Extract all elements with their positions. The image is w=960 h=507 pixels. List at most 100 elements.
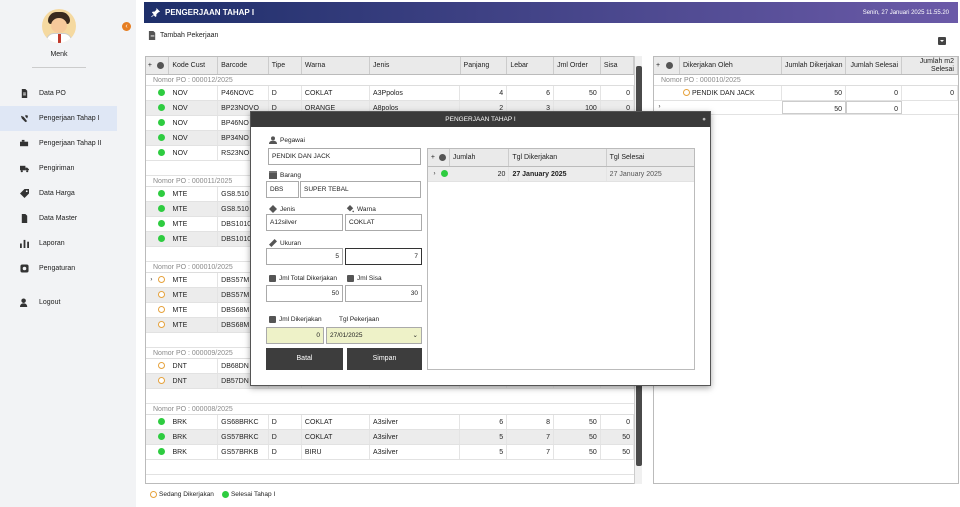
sisa-label: Jml Sisa — [347, 275, 382, 282]
total-field[interactable]: 50 — [266, 285, 343, 302]
table-row[interactable]: BRK GS57BRKC D COKLAT A3silver 5 7 50 50 — [146, 430, 634, 445]
column-header[interactable]: Lebar — [507, 57, 555, 74]
paint-bucket-icon — [346, 205, 354, 213]
in-progress-icon — [157, 291, 165, 298]
cancel-button[interactable]: Batal — [266, 348, 343, 370]
table-row[interactable]: BRK GS68BRKC D COKLAT A3silver 6 8 50 0 — [146, 415, 634, 430]
bar-chart-icon — [19, 239, 29, 249]
dikerjakan-field[interactable]: 0 — [266, 327, 324, 344]
nav-item-data-master[interactable]: Data Master — [0, 206, 117, 231]
table-cell: NOV — [170, 131, 219, 145]
page-header: PENGERJAAN TAHAP I Senin, 27 Januari 202… — [144, 2, 958, 23]
table-cell: GS57BRKC — [218, 430, 269, 444]
column-header[interactable]: Warna — [302, 57, 371, 74]
jenis-label: Jenis — [269, 205, 295, 213]
check-icon — [157, 104, 165, 111]
table-cell: NOV — [170, 86, 219, 100]
info-icon — [662, 57, 680, 74]
check-icon — [157, 190, 165, 197]
pegawai-field[interactable]: PENDIK DAN JACK — [268, 148, 421, 165]
dialog-title: PENGERJAAN TAHAP I — [445, 116, 516, 123]
table-cell: COKLAT — [302, 430, 370, 444]
check-icon — [157, 89, 165, 96]
nav-item-laporan[interactable]: Laporan — [0, 231, 117, 256]
user-name: Menk — [50, 51, 68, 58]
group-header[interactable]: Nomor PO : 000008/2025 — [146, 404, 634, 415]
ukuran-panjang-field[interactable]: 5 — [266, 248, 343, 265]
nav-item-data-harga[interactable]: Data Harga — [0, 181, 117, 206]
table-cell: MTE — [170, 202, 219, 216]
table-cell: 7 — [507, 445, 554, 459]
nav-label: Data PO — [39, 90, 66, 97]
save-button[interactable]: Simpan — [347, 348, 422, 370]
nav-label: Data Master — [39, 215, 78, 222]
truck-icon — [19, 164, 29, 174]
gear-icon — [19, 264, 29, 274]
sidebar: Menk Data PO Pengerjaan Tahap I Pengerja… — [0, 0, 136, 507]
check-icon — [157, 433, 165, 440]
close-icon[interactable]: ● — [702, 112, 706, 127]
table-row[interactable]: › 20 27 January 2025 27 January 2025 — [428, 167, 694, 182]
nav-label: Logout — [39, 299, 61, 306]
table-cell: 0 — [601, 415, 634, 429]
nav-label: Laporan — [39, 240, 65, 247]
nav-item-pengerjaan-tahap-1[interactable]: Pengerjaan Tahap I — [0, 106, 117, 131]
in-progress-icon — [157, 362, 165, 369]
table-cell: D — [269, 430, 302, 444]
check-icon — [157, 119, 165, 126]
dikerjakan-label: Jml Dikerjakan — [269, 316, 322, 323]
nav-item-pengerjaan-tahap-2[interactable]: Pengerjaan Tahap II — [0, 131, 117, 156]
dialog-title-bar: PENGERJAAN TAHAP I ● — [251, 112, 710, 127]
logout-icon — [19, 298, 29, 308]
diamond-icon — [269, 205, 277, 213]
column-header[interactable]: Tipe — [269, 57, 302, 74]
column-header[interactable]: Kode Cust — [169, 57, 219, 74]
table-cell: 7 — [507, 430, 554, 444]
chevron-down-icon: ⌄ — [412, 332, 418, 339]
nav-label: Pengerjaan Tahap I — [39, 115, 100, 122]
date-picker[interactable]: 27/01/2025 ⌄ — [326, 327, 422, 344]
check-icon — [221, 491, 229, 498]
column-header[interactable]: Barcode — [218, 57, 269, 74]
column-header[interactable]: Jml Order — [554, 57, 601, 74]
table-cell: GS57BRKB — [218, 445, 269, 459]
column-header[interactable]: Sisa — [601, 57, 634, 74]
group-header[interactable]: Nomor PO : 000012/2025 — [146, 75, 634, 86]
barang-name-field[interactable]: SUPER TEBAL — [300, 181, 421, 198]
nav-item-data-po[interactable]: Data PO — [0, 81, 117, 106]
table-row[interactable]: PENDIK DAN JACK 50 0 0 — [654, 86, 958, 101]
nav-item-pengaturan[interactable]: Pengaturan — [0, 256, 117, 281]
column-header[interactable]: Jumlah Dikerjakan — [782, 57, 846, 74]
check-icon — [157, 235, 165, 242]
sisa-field[interactable]: 30 — [345, 285, 422, 302]
warna-field[interactable]: COKLAT — [345, 214, 422, 231]
table-cell: 50 — [554, 445, 601, 459]
table-row[interactable]: BRK GS57BRKB D BIRU A3silver 5 7 50 50 — [146, 445, 634, 460]
warna-label: Warna — [346, 205, 376, 213]
jenis-field[interactable]: A12silver — [266, 214, 343, 231]
add-document-icon — [148, 31, 156, 40]
dropdown-button[interactable] — [938, 37, 946, 45]
ruler-icon — [269, 239, 277, 247]
collapse-sidebar-button[interactable]: ‹ — [122, 22, 131, 31]
column-header[interactable]: Dikerjakan Oleh — [680, 57, 782, 74]
total-label: Jml Total Dikerjakan — [269, 275, 337, 282]
check-icon — [157, 448, 165, 455]
column-header[interactable]: Jumlah m2 Selesai — [902, 57, 958, 74]
barang-code-field[interactable]: DBS — [266, 181, 299, 198]
add-job-label: Tambah Pekerjaan — [160, 32, 219, 39]
calculator-icon — [269, 275, 276, 282]
add-job-button[interactable]: Tambah Pekerjaan — [148, 31, 218, 40]
table-row[interactable]: NOV P46NOVC D COKLAT A3Ppolos 4 6 50 0 — [146, 86, 634, 101]
nav-label: Pengiriman — [39, 165, 75, 172]
nav-item-logout[interactable]: Logout — [0, 290, 117, 315]
ukuran-label: Ukuran — [269, 239, 301, 247]
file-icon — [19, 214, 29, 224]
ukuran-lebar-field[interactable]: 7 — [345, 248, 422, 265]
column-header[interactable]: Jumlah Selesai — [846, 57, 902, 74]
box-icon — [269, 171, 277, 179]
column-header[interactable]: Jenis — [370, 57, 461, 74]
nav-item-pengiriman[interactable]: Pengiriman — [0, 156, 117, 181]
column-header[interactable]: Panjang — [461, 57, 508, 74]
pegawai-label: Pegawai — [269, 136, 305, 144]
